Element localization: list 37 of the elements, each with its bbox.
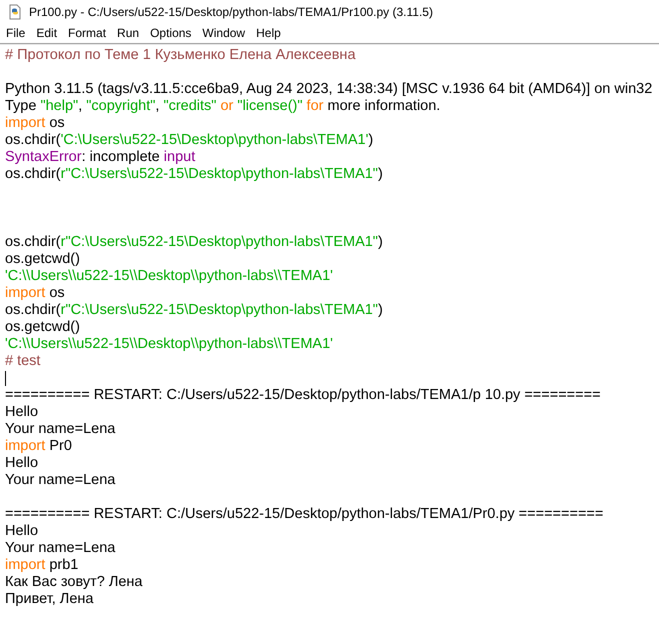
menu-item[interactable]: Format xyxy=(63,24,112,42)
code-line: Your name=Lena xyxy=(5,540,116,557)
code-line: import prb1 xyxy=(5,557,78,574)
code-line: Как Вас зовут? Лена xyxy=(5,574,142,591)
menu-item[interactable]: Run xyxy=(112,24,144,42)
code-line: Hello xyxy=(5,523,38,540)
code-line: Your name=Lena xyxy=(5,421,116,438)
code-line: os.chdir(r"C:\Users\u522-15\Desktop\python-labs\TEMA1") xyxy=(5,302,383,319)
menu-item[interactable]: Help xyxy=(251,24,286,42)
text-cursor xyxy=(5,371,6,386)
python-file-icon xyxy=(7,4,23,20)
code-line: Привет, Лена xyxy=(5,591,94,608)
code-line: # Протокол по Теме 1 Кузьменко Елена Алексеевна xyxy=(5,47,356,64)
code-line: Hello xyxy=(5,455,38,472)
code-line: 'C:\\Users\\u522-15\\Desktop\\python-labs\\TEMA1' xyxy=(5,268,333,285)
menu-item[interactable]: File xyxy=(1,24,30,42)
code-line: SyntaxError: incomplete input xyxy=(5,149,196,166)
menu-item[interactable]: Window xyxy=(197,24,250,42)
code-line: os.chdir(r"C:\Users\u522-15\Desktop\python-labs\TEMA1") xyxy=(5,166,383,183)
code-line: import os xyxy=(5,115,65,132)
code-line: ========== RESTART: C:/Users/u522-15/Desktop/python-labs/TEMA1/Pr0.py ========== xyxy=(5,506,604,523)
code-line: os.chdir('C:\Users\u522-15\Desktop\python-labs\TEMA1') xyxy=(5,132,374,149)
window-title: Pr100.py - C:/Users/u522-15/Desktop/python-labs/TEMA1/Pr100.py (3.11.5) xyxy=(29,4,433,21)
code-line: Your name=Lena xyxy=(5,472,116,489)
code-line: os.getcwd() xyxy=(5,251,80,268)
code-line: os.getcwd() xyxy=(5,319,80,336)
code-line: 'C:\\Users\\u522-15\\Desktop\\python-labs\\TEMA1' xyxy=(5,336,333,353)
code-line: # test xyxy=(5,353,40,370)
code-line: ========== RESTART: C:/Users/u522-15/Desktop/python-labs/TEMA1/p 10.py ========= xyxy=(5,387,601,404)
code-line: import Pr0 xyxy=(5,438,72,455)
menu-item[interactable]: Options xyxy=(145,24,196,42)
code-line: import os xyxy=(5,285,65,302)
code-line: os.chdir(r"C:\Users\u522-15\Desktop\python-labs\TEMA1") xyxy=(5,234,383,251)
code-line: Type "help", "copyright", "credits" or "license()" for more information. xyxy=(5,98,440,115)
code-line: Hello xyxy=(5,404,38,421)
menu-item[interactable]: Edit xyxy=(31,24,62,42)
code-line: Python 3.11.5 (tags/v3.11.5:cce6ba9, Aug 24 2023, 14:38:34) [MSC v.1936 64 bit (AMD64)] on win32 xyxy=(5,81,652,98)
